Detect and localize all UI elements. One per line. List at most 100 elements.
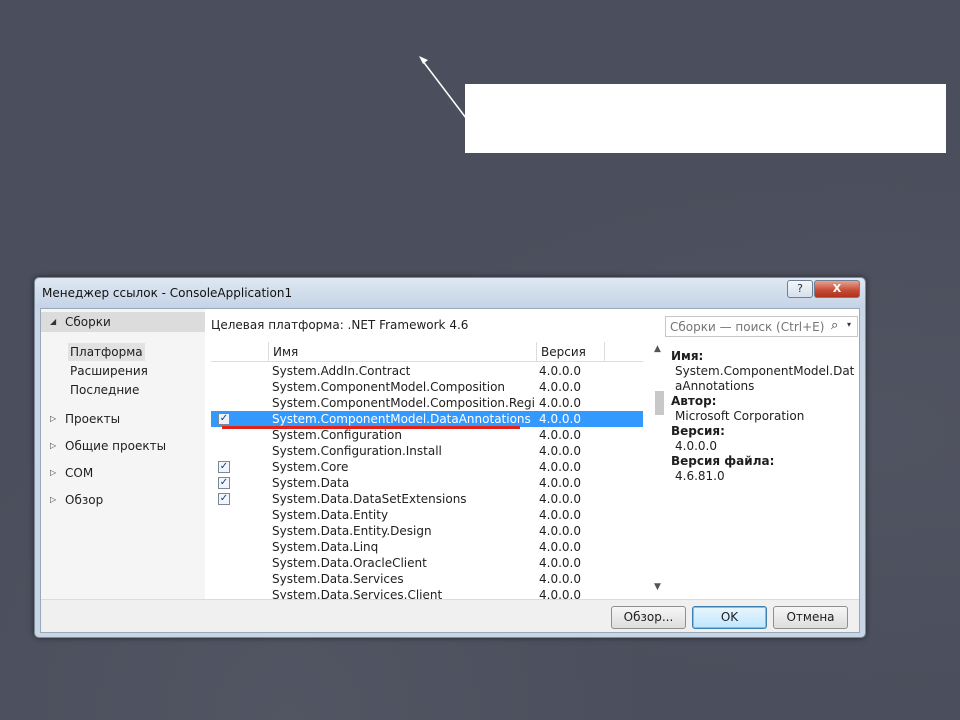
list-item[interactable]: System.Data.Services.Client 4.0.0.0 [211, 587, 643, 599]
details-pane: Имя: System.ComponentModel.DataAnnotatio… [671, 349, 856, 484]
assembly-name: System.AddIn.Contract [272, 364, 411, 378]
assembly-name: System.ComponentModel.DataAnnotations [272, 412, 531, 426]
list-item[interactable]: System.Data.Entity 4.0.0.0 [211, 507, 643, 523]
nav-shared-projects-label: Общие проекты [65, 439, 167, 453]
assembly-version: 4.0.0.0 [539, 476, 581, 490]
detail-author-label: Автор: [671, 394, 717, 408]
list-header: Имя Версия [211, 342, 643, 362]
assembly-name: System.Data.OracleClient [272, 556, 427, 570]
name-column-header[interactable]: Имя [268, 342, 536, 362]
collapsed-triangle-icon: ▷ [50, 468, 57, 477]
detail-name-label: Имя: [671, 349, 704, 363]
title-bar: Менеджер ссылок - ConsoleApplication1 ? … [35, 278, 865, 308]
assembly-version: 4.0.0.0 [539, 588, 581, 599]
assembly-version: 4.0.0.0 [539, 524, 581, 538]
help-button[interactable]: ? [787, 280, 813, 298]
nav-recent[interactable]: Последние [68, 381, 141, 399]
assembly-version: 4.0.0.0 [539, 460, 581, 474]
assembly-version: 4.0.0.0 [539, 540, 581, 554]
collapsed-triangle-icon: ▷ [50, 441, 57, 450]
list-item[interactable]: System.Data.Services 4.0.0.0 [211, 571, 643, 587]
assembly-name: System.Data.Entity.Design [272, 524, 432, 538]
browse-button[interactable]: Обзор... [611, 606, 686, 629]
nav-browse-label: Обзор [65, 493, 104, 507]
ok-button[interactable]: OK [692, 606, 767, 629]
list-item[interactable]: ✓ System.Data.DataSetExtensions 4.0.0.0 [211, 491, 643, 507]
category-nav: ◢ Сборки Платформа Расширения Последние … [41, 309, 205, 599]
assembly-name: System.Data.Services [272, 572, 404, 586]
list-item[interactable]: ✓ System.ComponentModel.DataAnnotations 4.… [211, 411, 643, 427]
detail-name-value: System.ComponentModel.DataAnnotations [675, 364, 855, 393]
dialog-title: Менеджер ссылок - ConsoleApplication1 [42, 286, 293, 300]
assembly-version: 4.0.0.0 [539, 508, 581, 522]
search-input[interactable] [666, 317, 826, 336]
assembly-name: System.ComponentModel.Composition.Regist… [272, 396, 534, 410]
assembly-version: 4.0.0.0 [539, 364, 581, 378]
assembly-name: System.Configuration [272, 428, 402, 442]
nav-projects-label: Проекты [65, 412, 121, 426]
nav-shared-projects[interactable]: ▷ Общие проекты [41, 436, 205, 456]
list-scrollbar[interactable]: ▲ ▼ [652, 342, 666, 599]
list-item[interactable]: ✓ System.Core 4.0.0.0 [211, 459, 643, 475]
nav-browse[interactable]: ▷ Обзор [41, 490, 205, 510]
detail-file-version-value: 4.6.81.0 [675, 469, 725, 483]
nav-com[interactable]: ▷ COM [41, 463, 205, 483]
cancel-button[interactable]: Отмена [773, 606, 848, 629]
list-item[interactable]: System.ComponentModel.Composition.Regist… [211, 395, 643, 411]
assembly-list: Имя Версия System.AddIn.Contract 4.0.0.0 S… [211, 342, 661, 599]
version-column-header[interactable]: Версия [536, 342, 604, 362]
chevron-down-icon[interactable]: ▾ [847, 320, 851, 329]
collapsed-triangle-icon: ▷ [50, 495, 57, 504]
assembly-name: System.Configuration.Install [272, 444, 442, 458]
close-button[interactable]: X [814, 280, 860, 298]
list-item[interactable]: System.Configuration 4.0.0.0 [211, 427, 643, 443]
nav-platform[interactable]: Платформа [68, 343, 145, 361]
assembly-version: 4.0.0.0 [539, 556, 581, 570]
assembly-name: System.Data [272, 476, 350, 490]
nav-extensions[interactable]: Расширения [68, 362, 150, 380]
assembly-name: System.Data.Linq [272, 540, 379, 554]
assembly-name: System.ComponentModel.Composition [272, 380, 506, 394]
assembly-name: System.Data.Services.Client [272, 588, 443, 599]
assembly-version: 4.0.0.0 [539, 396, 581, 410]
checkbox[interactable]: ✓ [218, 461, 230, 473]
list-item[interactable]: System.AddIn.Contract 4.0.0.0 [211, 363, 643, 379]
nav-assemblies[interactable]: ◢ Сборки [41, 312, 205, 332]
assembly-version: 4.0.0.0 [539, 444, 581, 458]
scrollbar-thumb[interactable] [655, 391, 664, 415]
list-item[interactable]: System.ComponentModel.Composition 4.0.0.0 [211, 379, 643, 395]
list-item[interactable]: ✓ System.Data 4.0.0.0 [211, 475, 643, 491]
assembly-name: System.Data.Entity [272, 508, 389, 522]
callout-box [465, 84, 946, 153]
assembly-version: 4.0.0.0 [539, 380, 581, 394]
list-item[interactable]: System.Data.Entity.Design 4.0.0.0 [211, 523, 643, 539]
assembly-search-box[interactable]: ⌕ ▾ [665, 316, 858, 337]
checkbox[interactable]: ✓ [218, 493, 230, 505]
assembly-version: 4.0.0.0 [539, 572, 581, 586]
search-icon[interactable]: ⌕ [831, 318, 838, 333]
scroll-up-icon[interactable]: ▲ [654, 344, 661, 354]
reference-manager-dialog: Менеджер ссылок - ConsoleApplication1 ? … [34, 277, 866, 638]
list-item[interactable]: System.Configuration.Install 4.0.0.0 [211, 443, 643, 459]
checkbox[interactable]: ✓ [218, 477, 230, 489]
checkbox-column-header[interactable] [211, 342, 268, 362]
assembly-name: System.Core [272, 460, 349, 474]
nav-projects[interactable]: ▷ Проекты [41, 409, 205, 429]
nav-assemblies-label: Сборки [65, 315, 111, 329]
assembly-version: 4.0.0.0 [539, 412, 581, 426]
assembly-version: 4.0.0.0 [539, 428, 581, 442]
detail-file-version-label: Версия файла: [671, 454, 775, 468]
detail-version-label: Версия: [671, 424, 725, 438]
assembly-version: 4.0.0.0 [539, 492, 581, 506]
target-platform-label: Целевая платформа: .NET Framework 4.6 [211, 318, 469, 332]
list-item[interactable]: System.Data.OracleClient 4.0.0.0 [211, 555, 643, 571]
list-item[interactable]: System.Data.Linq 4.0.0.0 [211, 539, 643, 555]
detail-version-value: 4.0.0.0 [675, 439, 717, 453]
scroll-down-icon[interactable]: ▼ [654, 582, 661, 592]
checkbox[interactable]: ✓ [218, 413, 230, 425]
collapsed-triangle-icon: ▷ [50, 414, 57, 423]
dialog-client: ◢ Сборки Платформа Расширения Последние … [40, 308, 860, 633]
assembly-name: System.Data.DataSetExtensions [272, 492, 467, 506]
detail-author-value: Microsoft Corporation [675, 409, 805, 423]
expanded-triangle-icon: ◢ [50, 317, 57, 326]
